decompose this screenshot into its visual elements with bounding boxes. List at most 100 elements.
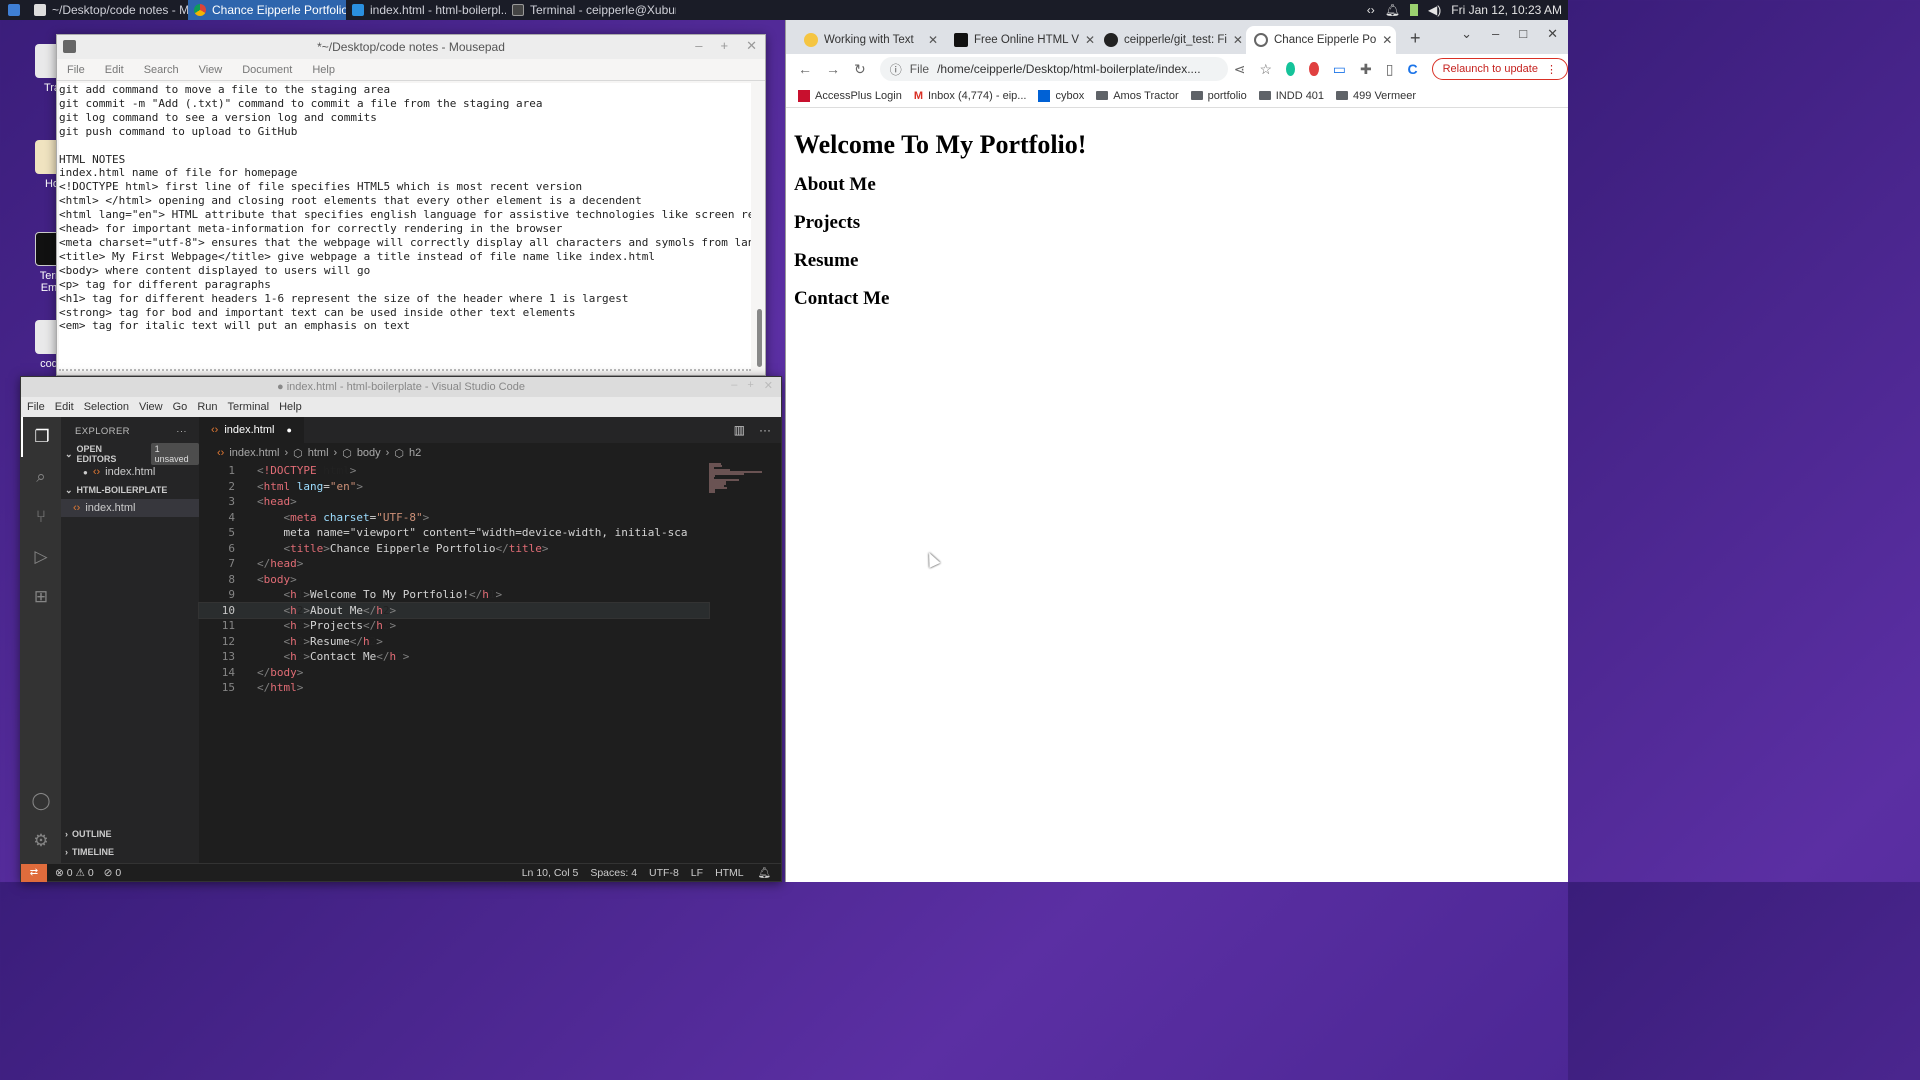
more-actions-icon[interactable]: ··· bbox=[759, 423, 781, 437]
run-debug-icon[interactable]: ▷ bbox=[21, 537, 61, 577]
notification-bell-icon[interactable]: 🔔︎ bbox=[1385, 3, 1400, 17]
tab-search-icon[interactable]: ⌄ bbox=[1461, 26, 1472, 42]
browser-tab-active[interactable]: Chance Eipperle Po ✕ bbox=[1246, 26, 1396, 54]
language-mode[interactable]: HTML bbox=[715, 867, 744, 879]
menu-view[interactable]: View bbox=[199, 64, 223, 76]
side-panel-icon[interactable]: ▯ bbox=[1386, 61, 1394, 78]
code-line[interactable]: 3 <head> bbox=[199, 494, 709, 510]
maximize-icon[interactable]: + bbox=[721, 38, 729, 54]
bookmark-folder[interactable]: Amos Tractor bbox=[1096, 90, 1179, 102]
cursor-position[interactable]: Ln 10, Col 5 bbox=[522, 867, 579, 879]
close-tab-icon[interactable]: ✕ bbox=[928, 33, 938, 47]
vscode-titlebar[interactable]: ● index.html - html-boilerplate - Visual… bbox=[21, 377, 781, 397]
close-tab-icon[interactable]: ✕ bbox=[1085, 33, 1095, 47]
task-vscode[interactable]: index.html - html-boilerpl... bbox=[346, 0, 506, 20]
bookmark-star-icon[interactable]: ☆ bbox=[1259, 61, 1272, 78]
split-editor-icon[interactable]: ▥ bbox=[734, 423, 759, 437]
source-control-icon[interactable]: ⑂ bbox=[21, 497, 61, 537]
settings-gear-icon[interactable]: ⚙ bbox=[21, 821, 61, 861]
code-line[interactable]: 11 <h2>Projects</h2> bbox=[199, 618, 709, 634]
browser-tab[interactable]: Working with Text ✕ bbox=[796, 26, 946, 54]
code-line[interactable]: 9 <h1>Welcome To My Portfolio!</h1> bbox=[199, 587, 709, 603]
code-line[interactable]: 13 <h2>Contact Me</h2> bbox=[199, 649, 709, 665]
grammarly-extension-icon[interactable] bbox=[1286, 62, 1296, 76]
clock[interactable]: Fri Jan 12, 10:23 AM bbox=[1451, 3, 1562, 17]
menu-help[interactable]: Help bbox=[312, 64, 335, 76]
menu-help[interactable]: Help bbox=[279, 401, 302, 413]
bookmark-item[interactable]: M Inbox (4,774) - eip... bbox=[914, 90, 1027, 102]
breadcrumb-item[interactable]: body bbox=[357, 447, 381, 459]
address-bar[interactable]: ⓘ File /home/ceipperle/Desktop/html-boil… bbox=[879, 57, 1228, 81]
problems-indicator[interactable]: ⊗ 0 ⚠ 0 bbox=[55, 867, 94, 879]
maximize-icon[interactable]: □ bbox=[1519, 26, 1527, 42]
bookmark-folder[interactable]: 499 Vermeer bbox=[1336, 90, 1416, 102]
minimize-icon[interactable]: – bbox=[731, 379, 737, 392]
share-icon[interactable]: ⋖ bbox=[1234, 61, 1246, 78]
more-actions-icon[interactable]: ··· bbox=[176, 426, 187, 437]
menu-edit[interactable]: Edit bbox=[105, 64, 124, 76]
encoding[interactable]: UTF-8 bbox=[649, 867, 679, 879]
scrollbar-thumb[interactable] bbox=[757, 309, 762, 367]
code-editor[interactable]: 1 <!DOCTYPE html> 2 <html lang="en"> 3 <head>… bbox=[198, 463, 710, 696]
code-line[interactable]: 15 </html> bbox=[199, 680, 709, 696]
menu-go[interactable]: Go bbox=[173, 401, 188, 413]
account-icon[interactable]: ◯ bbox=[21, 781, 61, 821]
close-icon[interactable]: ✕ bbox=[1547, 26, 1558, 42]
task-terminal[interactable]: Terminal - ceipperle@Xubun... bbox=[506, 0, 676, 20]
code-line[interactable]: 4 <meta charset="UTF-8"> bbox=[199, 510, 709, 526]
kebab-menu-icon[interactable]: ⋮ bbox=[1546, 63, 1557, 76]
bookmark-item[interactable]: AccessPlus Login bbox=[798, 89, 902, 102]
code-line[interactable]: 12 <h2>Resume</h2> bbox=[199, 634, 709, 650]
close-icon[interactable]: ✕ bbox=[746, 38, 757, 54]
breadcrumb-item[interactable]: html bbox=[308, 447, 329, 459]
mousepad-text-area[interactable]: git add command to move a file to the st… bbox=[59, 83, 751, 371]
extensions-puzzle-icon[interactable]: ✚ bbox=[1360, 61, 1372, 78]
new-tab-icon[interactable]: + bbox=[1410, 28, 1421, 49]
close-icon[interactable]: ✕ bbox=[764, 379, 773, 392]
menu-file[interactable]: File bbox=[27, 401, 45, 413]
menu-terminal[interactable]: Terminal bbox=[228, 401, 270, 413]
task-chrome[interactable]: Chance Eipperle Portfolio - ... bbox=[188, 0, 346, 20]
ports-indicator[interactable]: ⊘ 0 bbox=[104, 867, 122, 879]
code-line[interactable]: 7 </head> bbox=[199, 556, 709, 572]
line-ending[interactable]: LF bbox=[691, 867, 703, 879]
bookmark-folder[interactable]: INDD 401 bbox=[1258, 90, 1324, 102]
project-section[interactable]: ⌄ HTML-BOILERPLATE bbox=[61, 481, 199, 499]
minimize-icon[interactable]: – bbox=[695, 38, 702, 54]
menu-document[interactable]: Document bbox=[242, 64, 292, 76]
menu-edit[interactable]: Edit bbox=[55, 401, 74, 413]
cast-icon[interactable]: ▭ bbox=[1333, 61, 1346, 78]
forward-icon[interactable]: → bbox=[826, 61, 840, 77]
profile-extension-icon[interactable]: C bbox=[1407, 61, 1417, 77]
whisker-menu-button[interactable] bbox=[0, 0, 28, 20]
breadcrumb-item[interactable]: h2 bbox=[409, 447, 421, 459]
adblock-extension-icon[interactable] bbox=[1309, 62, 1319, 76]
code-line[interactable]: 6 <title>Chance Eipperle Portfolio</titl… bbox=[199, 541, 709, 557]
maximize-icon[interactable]: + bbox=[747, 379, 753, 392]
minimize-icon[interactable]: – bbox=[1492, 26, 1499, 42]
timeline-section[interactable]: › TIMELINE bbox=[61, 843, 199, 861]
remote-indicator-icon[interactable]: ⇄ bbox=[21, 863, 47, 882]
code-line[interactable]: 5 meta name="viewport" content="width=de… bbox=[199, 525, 709, 541]
task-mousepad[interactable]: ~/Desktop/code notes - Mo... bbox=[28, 0, 188, 20]
battery-icon[interactable] bbox=[1410, 4, 1419, 16]
open-editors-section[interactable]: ⌄ OPEN EDITORS 1 unsaved bbox=[61, 443, 199, 465]
code-line[interactable]: 1 <!DOCTYPE html> bbox=[199, 463, 709, 479]
search-icon[interactable]: ⌕ bbox=[21, 457, 61, 497]
code-line[interactable]: 10 <h2>About Me</h2> bbox=[198, 601, 710, 619]
extensions-icon[interactable]: ⊞ bbox=[21, 577, 61, 617]
menu-selection[interactable]: Selection bbox=[84, 401, 129, 413]
menu-file[interactable]: File bbox=[67, 64, 85, 76]
close-tab-icon[interactable]: ✕ bbox=[1233, 33, 1243, 47]
back-icon[interactable]: ← bbox=[798, 61, 812, 77]
tab-index-html[interactable]: ‹› index.html ● bbox=[199, 417, 304, 443]
relaunch-to-update-button[interactable]: Relaunch to update ⋮ bbox=[1431, 58, 1568, 80]
close-tab-icon[interactable]: ✕ bbox=[1382, 33, 1392, 47]
menu-run[interactable]: Run bbox=[197, 401, 217, 413]
explorer-icon[interactable]: ❐ bbox=[21, 417, 61, 457]
mousepad-titlebar[interactable]: *~/Desktop/code notes - Mousepad – + ✕ bbox=[57, 35, 765, 59]
menu-search[interactable]: Search bbox=[144, 64, 179, 76]
reload-icon[interactable]: ↻ bbox=[854, 61, 866, 78]
open-editor-item[interactable]: ● ‹› index.html bbox=[61, 463, 199, 481]
code-line[interactable]: 2 <html lang="en"> bbox=[199, 479, 709, 495]
